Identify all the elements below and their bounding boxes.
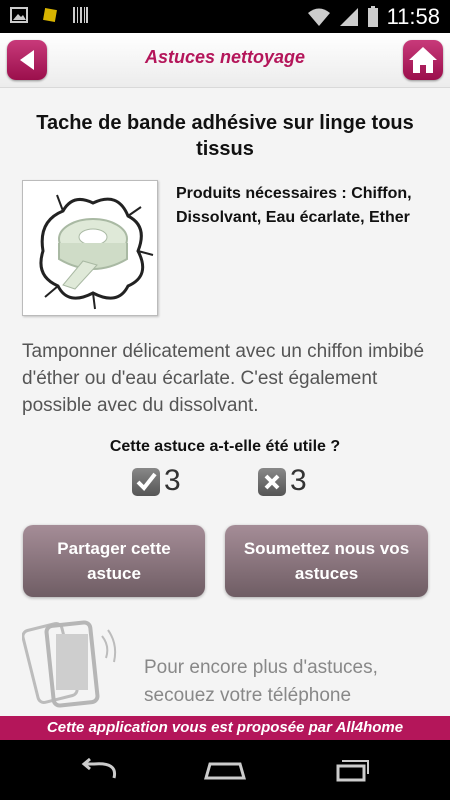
clock: 11:58 [386,4,440,29]
checkmark-icon [132,468,160,496]
app-header: Astuces nettoyage [0,33,450,88]
tip-content: Tache de bande adhésive sur linge tous t… [0,88,450,716]
wifi-icon [307,8,330,26]
tip-description: Tamponner délicatement avec un chiffon i… [22,341,425,416]
signal-icon [339,8,358,26]
useful-question: Cette astuce a-t-elle été utile ? [109,438,341,455]
vote-yes-button[interactable]: 3 [132,466,181,496]
cross-icon [258,468,286,496]
system-nav-bar [0,740,450,800]
back-nav-icon[interactable] [74,754,124,786]
shake-hint: Pour encore plus d'astuces, secouez votr… [144,657,378,706]
battery-icon [367,6,378,27]
recents-nav-icon[interactable] [326,754,376,786]
footer-banner: Cette application vous est proposée par … [0,716,450,740]
tape-stain-icon [39,194,154,310]
home-icon [409,47,437,73]
vote-yes-count: 3 [164,464,181,497]
page-title: Astuces nettoyage [144,47,306,67]
tip-image [22,180,158,316]
notification-icon [43,8,57,22]
vote-no-count: 3 [290,464,307,497]
products-needed: Produits nécessaires : Chiffon, Dissolva… [176,185,412,226]
barcode-icon [73,7,88,23]
share-tip-button[interactable]: Partager cette astuce [23,525,205,597]
shake-phone-icon [22,620,117,708]
picture-icon [10,7,28,23]
home-nav-icon[interactable] [200,754,250,786]
submit-tips-button[interactable]: Soumettez nous vos astuces [225,525,428,597]
vote-no-button[interactable]: 3 [258,466,307,496]
home-button[interactable] [403,40,443,80]
tip-title: Tache de bande adhésive sur linge tous t… [36,112,414,160]
status-bar: 11:58 [0,0,450,33]
